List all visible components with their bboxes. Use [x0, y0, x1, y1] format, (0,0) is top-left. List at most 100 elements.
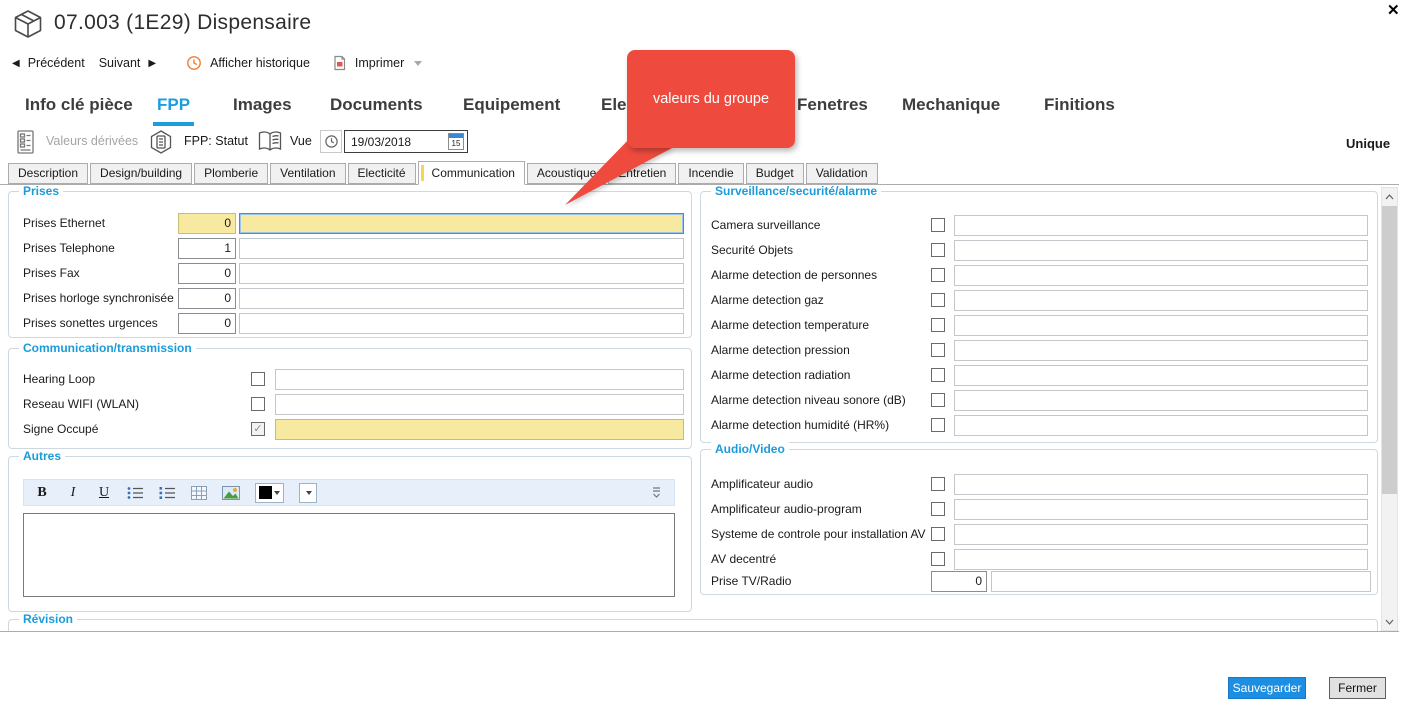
- date-clock-icon[interactable]: [320, 130, 342, 153]
- tab-fenetres[interactable]: Fenetres: [793, 93, 872, 122]
- checkbox[interactable]: [931, 243, 945, 257]
- color-picker-dropdown-icon[interactable]: [299, 483, 317, 503]
- view-book-icon[interactable]: [256, 129, 284, 155]
- subtab-description[interactable]: Description: [8, 163, 88, 184]
- count-input[interactable]: 0: [178, 213, 236, 234]
- bullet-list-icon[interactable]: [127, 483, 144, 503]
- derived-values-icon[interactable]: [14, 129, 38, 155]
- count-input[interactable]: 0: [931, 571, 987, 592]
- tab-info-cle-piece[interactable]: Info clé pièce: [21, 93, 137, 122]
- font-color-icon[interactable]: [255, 483, 284, 503]
- calendar-picker-icon[interactable]: 15: [448, 133, 464, 150]
- scroll-up-icon[interactable]: [1382, 188, 1397, 205]
- scrollbar-thumb[interactable]: [1382, 206, 1397, 494]
- text-input[interactable]: [954, 340, 1368, 361]
- toolbar-overflow-icon[interactable]: [648, 483, 664, 503]
- text-input[interactable]: [954, 265, 1368, 286]
- subtab-ventilation[interactable]: Ventilation: [270, 163, 345, 184]
- checkbox[interactable]: [931, 527, 945, 541]
- text-input[interactable]: [275, 369, 684, 390]
- print-dropdown-icon[interactable]: [414, 61, 422, 66]
- view-label[interactable]: Vue: [290, 134, 312, 148]
- close-icon[interactable]: ✕: [1387, 1, 1400, 19]
- field-label: Alarme detection radiation: [711, 365, 850, 386]
- count-input[interactable]: 0: [178, 263, 236, 284]
- bold-icon[interactable]: B: [34, 483, 50, 503]
- checkbox[interactable]: [931, 268, 945, 282]
- previous-arrow-icon[interactable]: ◀: [12, 58, 20, 69]
- tab-documents[interactable]: Documents: [326, 93, 427, 122]
- checkbox[interactable]: [931, 293, 945, 307]
- insert-image-icon[interactable]: [222, 483, 240, 503]
- checkbox[interactable]: [931, 552, 945, 566]
- close-button[interactable]: Fermer: [1329, 677, 1386, 699]
- tab-finitions[interactable]: Finitions: [1040, 93, 1119, 122]
- text-input[interactable]: [991, 571, 1371, 592]
- tab-equipement[interactable]: Equipement: [459, 93, 564, 122]
- text-input[interactable]: [954, 549, 1368, 570]
- underline-icon[interactable]: U: [96, 483, 112, 503]
- date-value[interactable]: 19/03/2018: [345, 135, 448, 149]
- text-input[interactable]: [954, 524, 1368, 545]
- italic-icon[interactable]: I: [65, 483, 81, 503]
- checkbox[interactable]: [251, 397, 265, 411]
- text-input[interactable]: [239, 213, 684, 234]
- text-input[interactable]: [275, 394, 684, 415]
- vertical-scrollbar[interactable]: [1381, 187, 1398, 631]
- fpp-status-icon[interactable]: [148, 129, 174, 155]
- count-input[interactable]: 0: [178, 313, 236, 334]
- numbered-list-icon[interactable]: [159, 483, 176, 503]
- text-input[interactable]: [239, 238, 684, 259]
- checkbox[interactable]: [251, 372, 265, 386]
- text-input[interactable]: [954, 499, 1368, 520]
- text-input[interactable]: [239, 313, 684, 334]
- tab-fpp[interactable]: FPP: [153, 93, 194, 126]
- text-input[interactable]: [954, 215, 1368, 236]
- text-input[interactable]: [239, 288, 684, 309]
- checkbox[interactable]: [931, 343, 945, 357]
- subtab-design-building[interactable]: Design/building: [90, 163, 192, 184]
- checkbox-checked[interactable]: ✓: [251, 422, 265, 436]
- text-input[interactable]: [954, 390, 1368, 411]
- text-input[interactable]: [954, 474, 1368, 495]
- text-input[interactable]: [275, 419, 684, 440]
- tab-mechanique[interactable]: Mechanique: [898, 93, 1004, 122]
- checkbox[interactable]: [931, 368, 945, 382]
- text-input[interactable]: [239, 263, 684, 284]
- checkbox[interactable]: [931, 218, 945, 232]
- tab-images[interactable]: Images: [229, 93, 296, 122]
- previous-button[interactable]: Précédent: [28, 56, 85, 70]
- checkbox[interactable]: [931, 502, 945, 516]
- date-input[interactable]: 19/03/2018 15: [344, 130, 468, 153]
- subtab-electicite[interactable]: Electicité: [348, 163, 416, 184]
- checkbox[interactable]: [931, 393, 945, 407]
- text-input[interactable]: [954, 290, 1368, 311]
- text-input[interactable]: [954, 240, 1368, 261]
- save-button[interactable]: Sauvegarder: [1228, 677, 1306, 699]
- subtab-budget[interactable]: Budget: [746, 163, 804, 184]
- app-window: 07.003 (1E29) Dispensaire ✕ ◀ Précédent …: [0, 0, 1407, 707]
- subtab-plomberie[interactable]: Plomberie: [194, 163, 268, 184]
- show-history-button[interactable]: Afficher historique: [210, 56, 310, 70]
- print-button[interactable]: Imprimer: [355, 56, 404, 70]
- derived-values-label[interactable]: Valeurs dérivées: [46, 134, 138, 148]
- text-input[interactable]: [954, 415, 1368, 436]
- fpp-status-label[interactable]: FPP: Statut: [184, 134, 248, 148]
- checkbox[interactable]: [931, 318, 945, 332]
- subtab-incendie[interactable]: Incendie: [678, 163, 743, 184]
- text-input[interactable]: [954, 315, 1368, 336]
- scroll-down-icon[interactable]: [1382, 613, 1397, 630]
- field-label: Prises horloge synchronisée: [23, 288, 174, 309]
- checkbox[interactable]: [931, 477, 945, 491]
- richtext-editor-area[interactable]: [23, 513, 675, 597]
- checkbox[interactable]: [931, 418, 945, 432]
- subtab-validation[interactable]: Validation: [806, 163, 878, 184]
- next-arrow-icon[interactable]: ▶: [148, 58, 156, 69]
- subtab-communication[interactable]: Communication: [418, 161, 525, 185]
- count-input[interactable]: 1: [178, 238, 236, 259]
- subtab-strip: Description Design/building Plomberie Ve…: [8, 161, 880, 184]
- text-input[interactable]: [954, 365, 1368, 386]
- next-button[interactable]: Suivant: [99, 56, 141, 70]
- count-input[interactable]: 0: [178, 288, 236, 309]
- insert-table-icon[interactable]: [191, 483, 207, 503]
